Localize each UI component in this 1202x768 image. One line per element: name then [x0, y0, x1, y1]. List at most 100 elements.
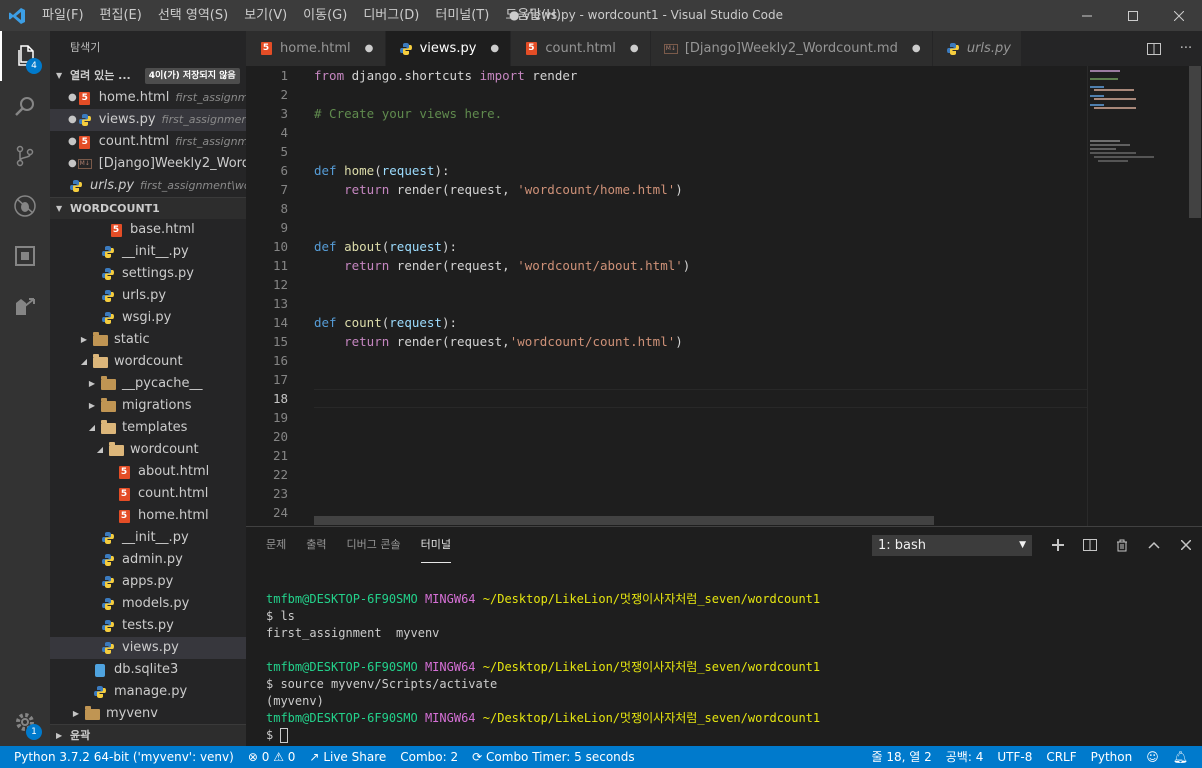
tree-file[interactable]: 5 about.html: [50, 461, 246, 483]
python-file-icon: [102, 532, 114, 544]
open-editors-header[interactable]: ▼ 열려 있는 ... 4이(가) 저장되지 않음: [50, 65, 246, 87]
split-terminal-button[interactable]: [1074, 533, 1106, 557]
tree-file[interactable]: settings.py: [50, 263, 246, 285]
close-panel-button[interactable]: [1170, 533, 1202, 557]
sidebar-title: 탐색기: [70, 41, 101, 54]
live-share-button[interactable]: ↗ Live Share: [302, 746, 393, 768]
extensions-activity[interactable]: [0, 231, 50, 281]
tree-folder[interactable]: ◢ wordcount: [50, 439, 246, 461]
menu-go[interactable]: 이동(G): [295, 0, 355, 31]
editor-horizontal-scrollbar[interactable]: [314, 516, 934, 525]
close-window-button[interactable]: [1156, 0, 1202, 31]
tab-count-html[interactable]: 5 count.html ●: [511, 31, 651, 66]
minimize-button[interactable]: [1064, 0, 1110, 31]
close-icon: [1174, 10, 1184, 21]
tree-folder[interactable]: ▶ migrations: [50, 395, 246, 417]
smiley-icon: ☺: [1146, 750, 1159, 764]
unsaved-dot-icon[interactable]: ●: [490, 43, 500, 54]
explorer-activity[interactable]: 4: [0, 31, 50, 81]
python-interpreter[interactable]: Python 3.7.2 64-bit ('myvenv': venv): [0, 746, 241, 768]
chevron-up-icon: [1148, 541, 1160, 549]
code-editor[interactable]: 1 2 3 4 5 6 7 8 9 10 11 12 13 14 15 16 17 18 19 20 21 22 23 24 …: [246, 66, 1202, 526]
open-editor-item[interactable]: ● 5 count.html first_assignment\wordcoun…: [50, 131, 246, 153]
panel-tab-output[interactable]: 출력: [306, 527, 326, 563]
notifications-button[interactable]: 🔔︎: [1166, 746, 1202, 768]
open-editor-item[interactable]: ● views.py first_assignment\wordcount: [50, 109, 246, 131]
feedback-button[interactable]: ☺: [1139, 746, 1166, 768]
maximize-button[interactable]: [1110, 0, 1156, 31]
indentation[interactable]: 공백: 4: [939, 746, 991, 768]
scroll-thumb[interactable]: [1189, 66, 1201, 218]
unsaved-dot-icon[interactable]: ●: [68, 131, 77, 153]
panel-tab-terminal[interactable]: 터미널: [420, 527, 451, 563]
unsaved-dot-icon[interactable]: ●: [912, 43, 922, 54]
tab-weekly2-md[interactable]: M↓ [Django]Weekly2_Wordcount.md ●: [650, 31, 933, 66]
live-share-activity[interactable]: [0, 281, 50, 331]
menu-terminal[interactable]: 터미널(T): [427, 0, 497, 31]
menu-file[interactable]: 파일(F): [34, 0, 92, 31]
panel-tab-debug-console[interactable]: 디버그 콘솔: [347, 527, 401, 563]
unsaved-dot-icon[interactable]: ●: [68, 109, 77, 131]
tree-file[interactable]: urls.py: [50, 285, 246, 307]
line-number: 11: [272, 258, 288, 273]
menu-debug[interactable]: 디버그(D): [355, 0, 427, 31]
tree-file[interactable]: tests.py: [50, 615, 246, 637]
tree-file[interactable]: wsgi.py: [50, 307, 246, 329]
file-path: first_assignment\wordcount\templates\wor…: [175, 135, 246, 148]
unsaved-dot-icon[interactable]: ●: [365, 43, 375, 54]
unsaved-dot-icon[interactable]: ●: [68, 153, 77, 175]
python-file-icon: [102, 598, 114, 610]
menu-help[interactable]: 도움말(H): [497, 0, 569, 31]
encoding[interactable]: UTF-8: [990, 746, 1039, 768]
tab-urls-py[interactable]: urls.py: [932, 31, 1022, 66]
tree-file[interactable]: __init__.py: [50, 527, 246, 549]
tree-file[interactable]: views.py: [50, 637, 246, 659]
outline-header[interactable]: ▶ 윤곽: [50, 724, 246, 746]
tree-file[interactable]: 5 count.html: [50, 483, 246, 505]
line-number: 12: [272, 277, 288, 292]
source-control-activity[interactable]: [0, 131, 50, 181]
new-terminal-button[interactable]: [1042, 533, 1074, 557]
tree-file[interactable]: __init__.py: [50, 241, 246, 263]
editor-vertical-scrollbar[interactable]: [1187, 66, 1202, 526]
menu-edit[interactable]: 편집(E): [92, 0, 150, 31]
tree-folder[interactable]: ▶ __pycache__: [50, 373, 246, 395]
tree-folder[interactable]: ◢ wordcount: [50, 351, 246, 373]
tree-file[interactable]: admin.py: [50, 549, 246, 571]
debug-activity[interactable]: [0, 181, 50, 231]
open-editor-item[interactable]: ● 5 home.html first_assignment\wordcount…: [50, 87, 246, 109]
kill-terminal-button[interactable]: [1106, 533, 1138, 557]
more-actions-button[interactable]: ···: [1170, 31, 1202, 66]
maximize-panel-button[interactable]: [1138, 533, 1170, 557]
workspace-header[interactable]: ▼ WORDCOUNT1: [50, 197, 246, 219]
language-mode[interactable]: Python: [1084, 746, 1140, 768]
panel-tab-problems[interactable]: 문제: [266, 527, 286, 563]
tab-home-html[interactable]: 5 home.html ●: [246, 31, 386, 66]
menu-selection[interactable]: 선택 영역(S): [150, 0, 236, 31]
tree-file[interactable]: models.py: [50, 593, 246, 615]
tree-file[interactable]: manage.py: [50, 681, 246, 703]
unsaved-dot-icon[interactable]: ●: [68, 87, 77, 109]
cursor-position[interactable]: 줄 18, 열 2: [865, 746, 939, 768]
unsaved-dot-icon[interactable]: ●: [630, 43, 640, 54]
open-editor-item[interactable]: ● M↓ [Django]Weekly2_Wordcount.md: [50, 153, 246, 175]
minimap[interactable]: [1087, 66, 1187, 526]
code-content[interactable]: from django.shortcuts import render # Cr…: [314, 66, 1084, 351]
split-editor-button[interactable]: [1138, 31, 1170, 66]
tree-file[interactable]: 5 base.html: [50, 219, 246, 241]
end-of-line[interactable]: CRLF: [1039, 746, 1083, 768]
settings-activity[interactable]: 1: [0, 697, 50, 747]
problems-indicator[interactable]: ⊗ 0 ⚠ 0: [241, 746, 303, 768]
tree-file[interactable]: 5 home.html: [50, 505, 246, 527]
tree-file[interactable]: apps.py: [50, 571, 246, 593]
tree-file[interactable]: db.sqlite3: [50, 659, 246, 681]
menu-view[interactable]: 보기(V): [236, 0, 295, 31]
search-activity[interactable]: [0, 81, 50, 131]
open-editor-item[interactable]: urls.py first_assignment\wordcount1: [50, 175, 246, 197]
tree-folder[interactable]: ◢ templates: [50, 417, 246, 439]
tree-folder[interactable]: ▶ static: [50, 329, 246, 351]
terminal-select[interactable]: 1: bash ▼: [872, 535, 1032, 556]
terminal-output[interactable]: tmfbm@DESKTOP-6F90SMO MINGW64 ~/Desktop/…: [266, 591, 820, 744]
tab-views-py[interactable]: views.py ●: [385, 31, 512, 66]
tree-folder[interactable]: ▶ myvenv: [50, 703, 246, 725]
